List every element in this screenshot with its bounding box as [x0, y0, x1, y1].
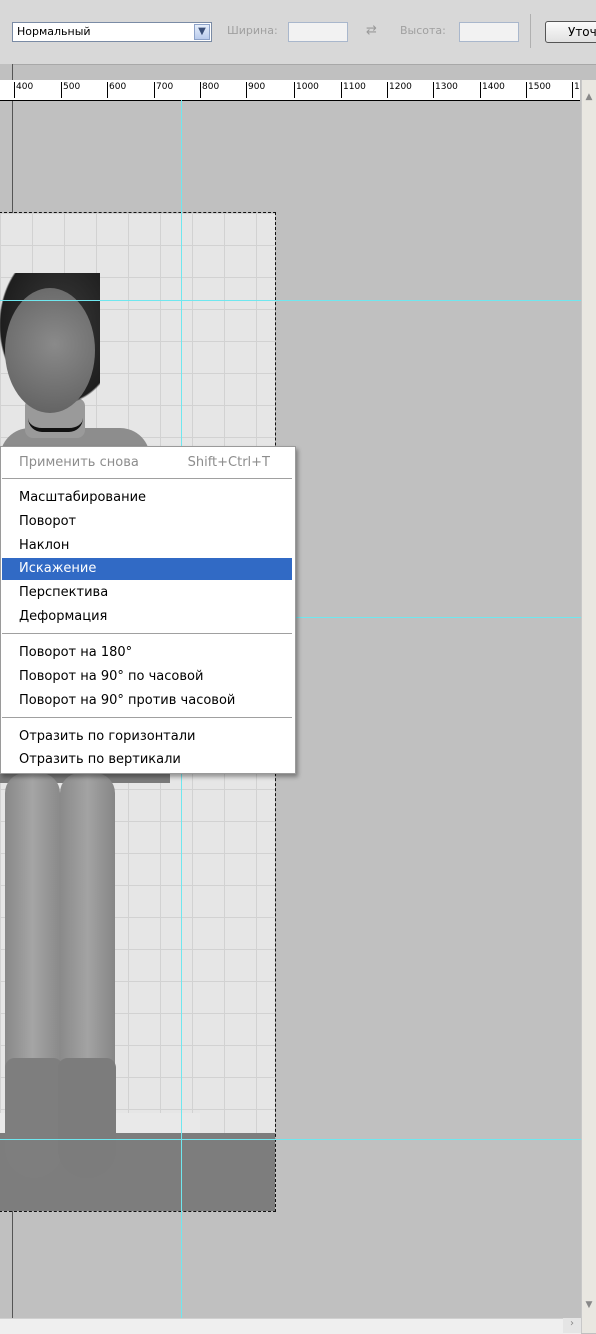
- ruler-tick: 800: [200, 82, 219, 98]
- height-field[interactable]: [459, 22, 519, 42]
- ruler-tick: 1400: [480, 82, 505, 98]
- options-bar: Нормальный ▼ Ширина: ⇄ Высота: Уточ: [0, 0, 596, 65]
- ruler-tick: 1500: [526, 82, 551, 98]
- menu-item-rotate-90-ccw[interactable]: Поворот на 90° против часовой: [2, 690, 292, 712]
- scroll-up-icon[interactable]: ▲: [582, 92, 596, 106]
- scroll-down-icon[interactable]: ▼: [582, 1300, 596, 1314]
- menu-item-rotate[interactable]: Поворот: [2, 511, 292, 533]
- ruler-tick: 400: [14, 82, 33, 98]
- transform-context-menu: Применить снова Shift+Ctrl+T Масштабиров…: [0, 446, 296, 774]
- menu-separator: [2, 633, 292, 634]
- chevron-down-icon[interactable]: ▼: [194, 24, 210, 40]
- menu-separator: [2, 478, 292, 479]
- menu-item-skew[interactable]: Наклон: [2, 535, 292, 557]
- ruler-tick: 900: [246, 82, 265, 98]
- horizontal-scrollbar[interactable]: [0, 1318, 581, 1334]
- menu-item-scale[interactable]: Масштабирование: [2, 487, 292, 509]
- guide-horizontal[interactable]: [0, 1139, 581, 1140]
- figure-left-leg: [5, 773, 60, 1093]
- menu-item-warp[interactable]: Деформация: [2, 606, 292, 628]
- figure-face: [5, 288, 95, 413]
- ruler-tick: 1100: [341, 82, 366, 98]
- figure-right-leg: [60, 773, 115, 1093]
- toolbar-divider: [530, 14, 531, 48]
- menu-item-rotate-90-cw[interactable]: Поворот на 90° по часовой: [2, 666, 292, 688]
- figure-left-sock: [5, 1058, 63, 1178]
- scroll-right-icon[interactable]: ›: [563, 1318, 581, 1333]
- ruler-tick: 1000: [294, 82, 319, 98]
- mode-select-value: Нормальный: [17, 25, 91, 38]
- width-field[interactable]: [288, 22, 348, 42]
- menu-shortcut: Shift+Ctrl+T: [187, 455, 270, 470]
- ruler-tick: 1: [572, 82, 580, 98]
- horizontal-ruler[interactable]: 400 500 600 700 800 900 1000 1100 1200 1…: [0, 80, 580, 101]
- height-label: Высота:: [400, 24, 446, 37]
- mode-select[interactable]: Нормальный ▼: [12, 22, 212, 42]
- ruler-tick: 600: [107, 82, 126, 98]
- menu-item-label: Применить снова: [19, 455, 139, 470]
- menu-item-repeat: Применить снова Shift+Ctrl+T: [2, 452, 292, 474]
- menu-item-perspective[interactable]: Перспектива: [2, 582, 292, 604]
- menu-item-rotate-180[interactable]: Поворот на 180°: [2, 642, 292, 664]
- menu-item-flip-vertical[interactable]: Отразить по вертикали: [2, 749, 292, 771]
- ruler-tick: 1300: [433, 82, 458, 98]
- width-label: Ширина:: [227, 24, 278, 37]
- swap-icon[interactable]: ⇄: [366, 23, 377, 38]
- figure-right-sock: [58, 1058, 116, 1178]
- menu-item-flip-horizontal[interactable]: Отразить по горизонтали: [2, 726, 292, 748]
- refine-edge-button[interactable]: Уточ: [545, 21, 596, 43]
- ruler-tick: 1200: [387, 82, 412, 98]
- guide-horizontal[interactable]: [0, 300, 581, 301]
- menu-item-distort[interactable]: Искажение: [2, 558, 292, 580]
- figure-necklace: [28, 418, 83, 432]
- ruler-tick: 700: [154, 82, 173, 98]
- vertical-scrollbar[interactable]: ▲ ▼: [581, 80, 596, 1333]
- ruler-tick: 500: [61, 82, 80, 98]
- menu-separator: [2, 717, 292, 718]
